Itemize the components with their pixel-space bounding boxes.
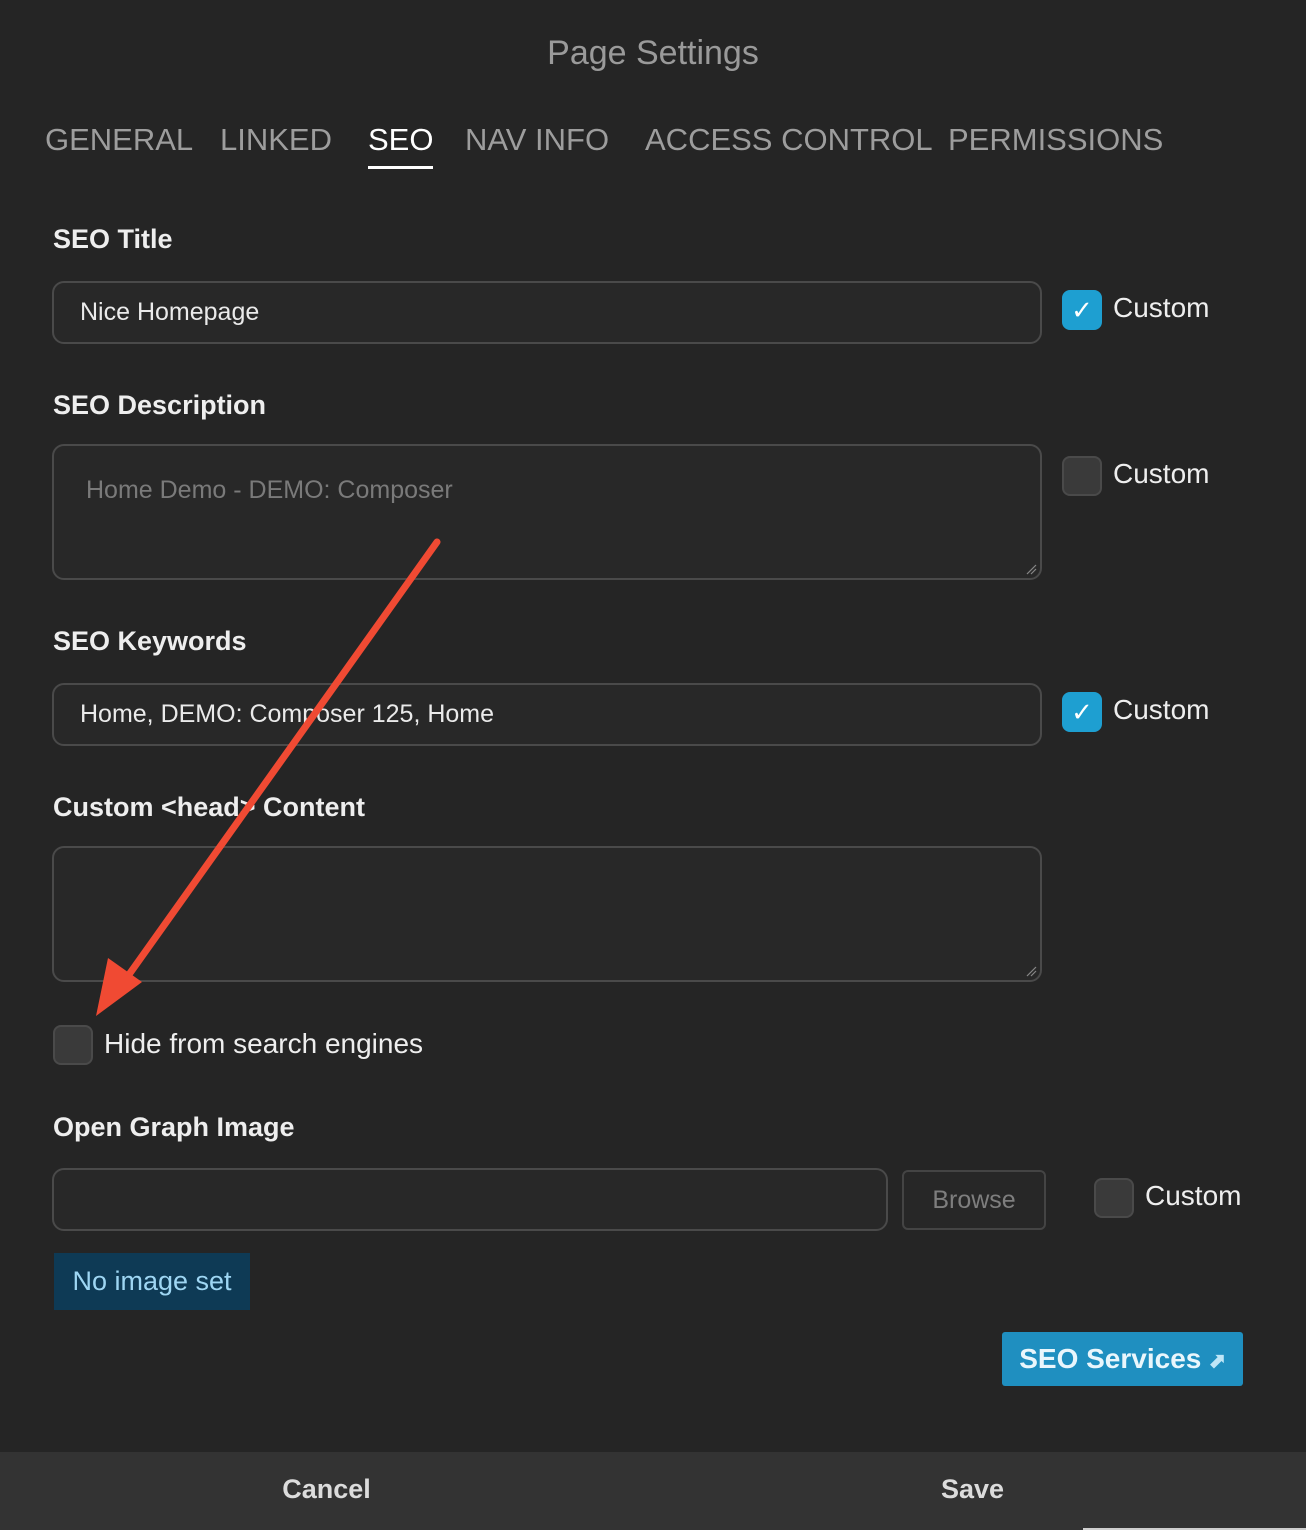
- checkmark-icon: ✓: [1071, 697, 1093, 727]
- seo-title-label: SEO Title: [53, 224, 173, 254]
- open-graph-label: Open Graph Image: [53, 1112, 295, 1142]
- seo-description-custom-checkbox[interactable]: [1062, 456, 1102, 496]
- seo-title-custom-label: Custom: [1113, 292, 1210, 323]
- tab-nav-info[interactable]: NAV INFO: [465, 122, 609, 158]
- dialog-footer: Cancel Save: [0, 1452, 1306, 1530]
- no-image-status: No image set: [54, 1253, 250, 1310]
- open-graph-custom-label: Custom: [1145, 1180, 1242, 1211]
- resize-handle-icon[interactable]: [1025, 563, 1037, 575]
- tab-seo[interactable]: SEO: [368, 122, 434, 169]
- open-graph-custom-checkbox[interactable]: [1094, 1178, 1134, 1218]
- seo-services-label: SEO Services: [1019, 1343, 1202, 1374]
- dialog-title: Page Settings: [547, 34, 759, 72]
- seo-keywords-custom-checkbox[interactable]: ✓: [1062, 692, 1102, 732]
- custom-head-textarea[interactable]: [52, 846, 1042, 982]
- seo-description-placeholder: Home Demo - DEMO: Composer: [86, 476, 453, 504]
- seo-keywords-input[interactable]: Home, DEMO: Composer 125, Home: [52, 683, 1042, 746]
- external-link-icon: ⬈: [1207, 1348, 1226, 1373]
- seo-keywords-custom-label: Custom: [1113, 694, 1210, 725]
- browse-button[interactable]: Browse: [902, 1170, 1046, 1230]
- tab-linked[interactable]: LINKED: [220, 122, 332, 158]
- tab-access-control[interactable]: ACCESS CONTROL: [645, 122, 933, 158]
- resize-handle-icon[interactable]: [1025, 965, 1037, 977]
- hide-from-search-checkbox[interactable]: [53, 1025, 93, 1065]
- checkmark-icon: ✓: [1071, 295, 1093, 325]
- hide-from-search-label: Hide from search engines: [104, 1028, 424, 1059]
- tab-general[interactable]: GENERAL: [45, 122, 193, 158]
- tab-permissions[interactable]: PERMISSIONS: [948, 122, 1163, 158]
- seo-title-input[interactable]: Nice Homepage: [52, 281, 1042, 344]
- open-graph-input[interactable]: [52, 1168, 888, 1231]
- seo-title-custom-checkbox[interactable]: ✓: [1062, 290, 1102, 330]
- seo-keywords-label: SEO Keywords: [53, 626, 247, 656]
- save-button[interactable]: Save: [646, 1452, 1299, 1530]
- custom-head-label: Custom <head> Content: [53, 792, 366, 822]
- seo-services-button[interactable]: SEO Services ⬈: [1002, 1332, 1243, 1386]
- seo-description-label: SEO Description: [53, 390, 267, 420]
- seo-description-textarea[interactable]: Home Demo - DEMO: Composer: [52, 444, 1042, 580]
- seo-description-custom-label: Custom: [1113, 458, 1210, 489]
- cancel-button[interactable]: Cancel: [0, 1452, 653, 1530]
